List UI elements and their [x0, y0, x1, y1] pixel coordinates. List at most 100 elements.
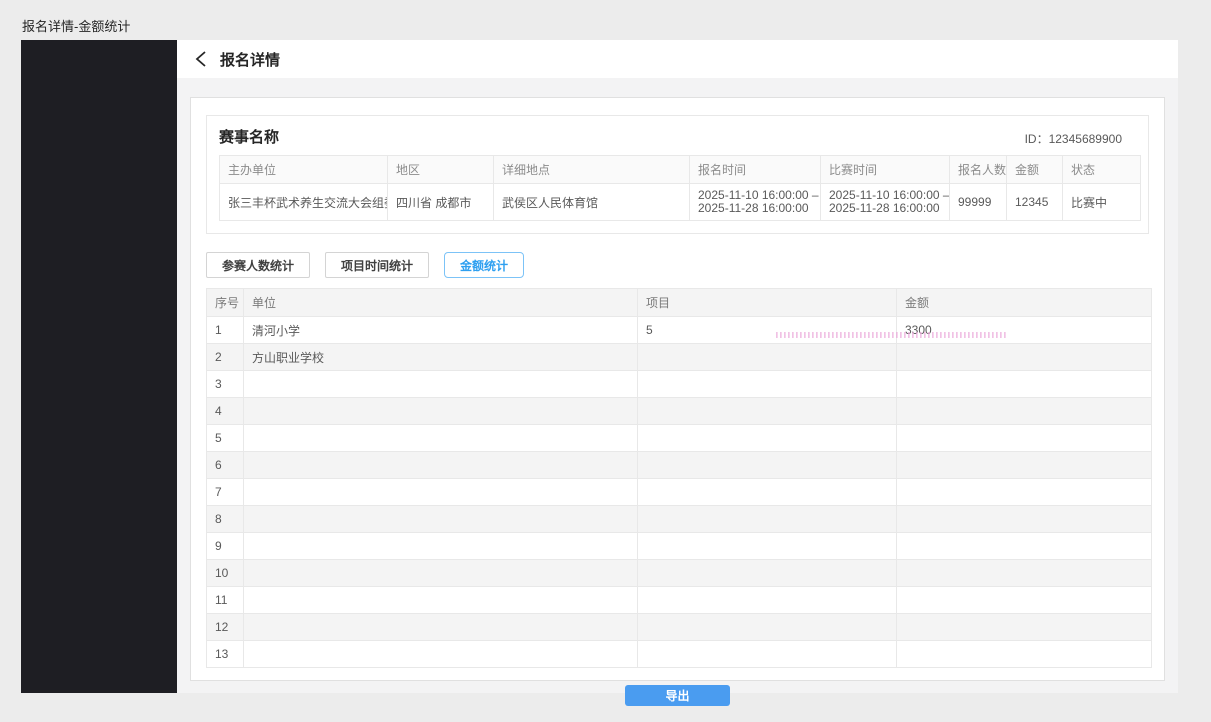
cell-no: 8 [207, 506, 244, 533]
event-table-data-row: 张三丰杯武术养生交流大会组委会 四川省 成都市 武侯区人民体育馆 2025-11… [220, 184, 1141, 221]
page-title: 报名详情-金额统计 [22, 16, 130, 35]
cell-amount [897, 344, 1152, 371]
tab-project-time-stats[interactable]: 项目时间统计 [325, 252, 429, 278]
cell-unit [244, 614, 638, 641]
event-card: 赛事名称 ID：12345689900 主办单位 地区 详细地点 报名时间 [206, 115, 1149, 234]
content-panel: 赛事名称 ID：12345689900 主办单位 地区 详细地点 报名时间 [190, 97, 1165, 681]
cell-unit [244, 533, 638, 560]
cell-no: 12 [207, 614, 244, 641]
table-row: 11 [207, 587, 1152, 614]
cell-amount [897, 560, 1152, 587]
cell-project [638, 641, 897, 668]
cell-no: 6 [207, 452, 244, 479]
col-signup-time: 报名时间 [690, 156, 821, 184]
col-amount: 金额 [1007, 156, 1063, 184]
cell-no: 2 [207, 344, 244, 371]
table-row: 10 [207, 560, 1152, 587]
cell-amount [897, 452, 1152, 479]
cell-project [638, 560, 897, 587]
table-row: 8 [207, 506, 1152, 533]
col-status: 状态 [1063, 156, 1141, 184]
back-icon[interactable] [194, 50, 208, 68]
cell-unit: 清河小学 [244, 317, 638, 344]
col-signup-count: 报名人数 [950, 156, 1007, 184]
cell-amount [897, 641, 1152, 668]
col-organizer: 主办单位 [220, 156, 388, 184]
event-table-header-row: 主办单位 地区 详细地点 报名时间 比赛时间 报名人数 金额 状态 [220, 156, 1141, 184]
cell-no: 1 [207, 317, 244, 344]
export-row: 导出 [206, 685, 1149, 706]
cell-no: 3 [207, 371, 244, 398]
cell-amount [897, 614, 1152, 641]
cell-organizer: 张三丰杯武术养生交流大会组委会 [220, 184, 388, 221]
cell-unit [244, 641, 638, 668]
cell-no: 5 [207, 425, 244, 452]
event-table: 主办单位 地区 详细地点 报名时间 比赛时间 报名人数 金额 状态 张三丰杯武术… [219, 155, 1141, 221]
cell-project [638, 614, 897, 641]
table-row: 4 [207, 398, 1152, 425]
stats-table-header-row: 序号 单位 项目 金额 [207, 289, 1152, 317]
cell-project [638, 587, 897, 614]
col-address: 详细地点 [494, 156, 690, 184]
topbar-title: 报名详情 [220, 49, 280, 70]
col-match-time: 比赛时间 [821, 156, 950, 184]
cell-unit: 方山职业学校 [244, 344, 638, 371]
cell-project [638, 533, 897, 560]
event-id: ID：12345689900 [1025, 130, 1136, 147]
cell-unit [244, 371, 638, 398]
table-row: 6 [207, 452, 1152, 479]
cell-unit [244, 425, 638, 452]
cell-amount [897, 425, 1152, 452]
table-row: 2方山职业学校 [207, 344, 1152, 371]
table-row: 9 [207, 533, 1152, 560]
cell-signup-time: 2025-11-10 16:00:00 – 2025-11-28 16:00:0… [690, 184, 821, 221]
cell-project [638, 344, 897, 371]
col-money: 金额 [897, 289, 1152, 317]
cell-no: 11 [207, 587, 244, 614]
signup-time-end: 2025-11-28 16:00:00 [698, 202, 812, 215]
cell-match-time: 2025-11-10 16:00:00 – 2025-11-28 16:00:0… [821, 184, 950, 221]
table-row: 7 [207, 479, 1152, 506]
cell-amount [897, 506, 1152, 533]
col-region: 地区 [388, 156, 494, 184]
cell-region: 四川省 成都市 [388, 184, 494, 221]
col-project: 项目 [638, 289, 897, 317]
event-id-label: ID： [1025, 132, 1049, 146]
sidebar [21, 40, 177, 693]
stats-table-wrap: 序号 单位 项目 金额 1清河小学533002方山职业学校34567891011… [206, 288, 1149, 668]
cell-unit [244, 398, 638, 425]
tab-participant-stats[interactable]: 参赛人数统计 [206, 252, 310, 278]
cell-no: 4 [207, 398, 244, 425]
cell-no: 7 [207, 479, 244, 506]
cell-unit [244, 506, 638, 533]
cell-amount: 12345 [1007, 184, 1063, 221]
cell-amount [897, 587, 1152, 614]
tabs: 参赛人数统计 项目时间统计 金额统计 [206, 252, 1149, 278]
cell-project [638, 398, 897, 425]
cell-project [638, 452, 897, 479]
cell-unit [244, 560, 638, 587]
stats-table-body: 1清河小学533002方山职业学校345678910111213 [207, 317, 1152, 668]
table-row: 12 [207, 614, 1152, 641]
cell-amount: 3300 [897, 317, 1152, 344]
cell-no: 9 [207, 533, 244, 560]
cell-address: 武侯区人民体育馆 [494, 184, 690, 221]
cell-amount [897, 398, 1152, 425]
col-no: 序号 [207, 289, 244, 317]
cell-project [638, 506, 897, 533]
tab-amount-stats[interactable]: 金额统计 [444, 252, 524, 278]
table-row: 13 [207, 641, 1152, 668]
table-row: 1清河小学53300 [207, 317, 1152, 344]
table-row: 5 [207, 425, 1152, 452]
cell-amount [897, 479, 1152, 506]
cell-project [638, 479, 897, 506]
cell-no: 10 [207, 560, 244, 587]
cell-signup-count: 99999 [950, 184, 1007, 221]
event-section-title: 赛事名称 [219, 126, 279, 147]
stats-table: 序号 单位 项目 金额 1清河小学533002方山职业学校34567891011… [206, 288, 1152, 668]
export-button[interactable]: 导出 [625, 685, 730, 706]
table-row: 3 [207, 371, 1152, 398]
cell-unit [244, 587, 638, 614]
status-badge: 比赛中 [1063, 184, 1141, 221]
match-time-end: 2025-11-28 16:00:00 [829, 202, 941, 215]
